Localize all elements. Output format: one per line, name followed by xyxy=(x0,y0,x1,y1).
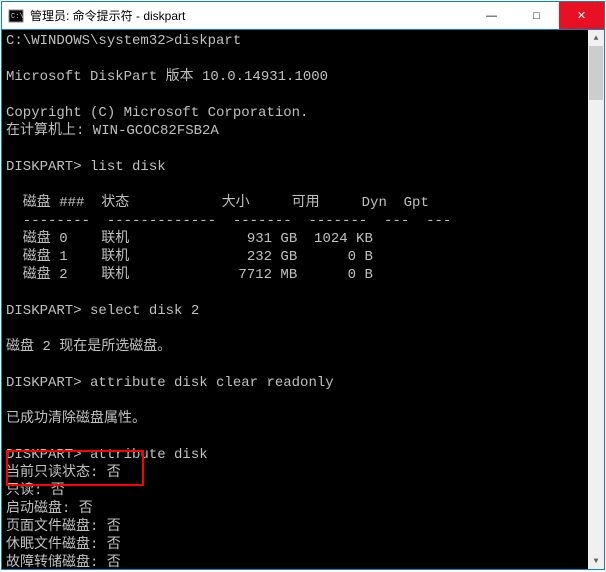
output-line: 磁盘 0 联机 931 GB 1024 KB xyxy=(6,231,373,247)
output-line: Microsoft DiskPart 版本 10.0.14931.1000 xyxy=(6,69,328,85)
app-icon: C:\ xyxy=(8,8,24,24)
output-line: DISKPART> list disk xyxy=(6,159,166,175)
output-line: 磁盘 2 现在是所选磁盘。 xyxy=(6,339,171,355)
close-button[interactable]: ✕ xyxy=(559,2,604,29)
vertical-scrollbar[interactable]: ▲ ▼ xyxy=(588,30,604,569)
output-line: DISKPART> select disk 2 xyxy=(6,303,199,319)
output-line: 在计算机上: WIN-GCOC82FSB2A xyxy=(6,123,219,139)
scroll-thumb[interactable] xyxy=(589,46,603,100)
scroll-down-button[interactable]: ▼ xyxy=(588,553,604,569)
titlebar[interactable]: C:\ 管理员: 命令提示符 - diskpart — □ ✕ xyxy=(2,2,604,30)
output-line: 休眠文件磁盘: 否 xyxy=(6,537,121,553)
output-line: Copyright (C) Microsoft Corporation. xyxy=(6,105,308,121)
output-line: 磁盘 ### 状态 大小 可用 Dyn Gpt xyxy=(6,195,429,211)
output-line: DISKPART> attribute disk xyxy=(6,447,208,463)
output-line: C:\WINDOWS\system32>diskpart xyxy=(6,33,241,49)
output-line: DISKPART> attribute disk clear readonly xyxy=(6,375,334,391)
output-line: 磁盘 2 联机 7712 MB 0 B xyxy=(6,267,373,283)
scroll-up-button[interactable]: ▲ xyxy=(588,30,604,46)
output-line: 已成功清除磁盘属性。 xyxy=(6,411,146,427)
output-line: -------- ------------- ------- ------- -… xyxy=(6,213,451,229)
output-line: 故障转储磁盘: 否 xyxy=(6,555,121,569)
maximize-button[interactable]: □ xyxy=(514,2,559,29)
svg-text:C:\: C:\ xyxy=(11,13,24,21)
output-line: 磁盘 1 联机 232 GB 0 B xyxy=(6,249,373,265)
output-line: 启动磁盘: 否 xyxy=(6,501,93,517)
command-prompt-window: C:\ 管理员: 命令提示符 - diskpart — □ ✕ C:\WINDO… xyxy=(1,1,605,570)
window-title: 管理员: 命令提示符 - diskpart xyxy=(30,7,469,24)
output-line: 当前只读状态: 否 xyxy=(6,465,121,481)
minimize-button[interactable]: — xyxy=(469,2,514,29)
scroll-track[interactable] xyxy=(588,46,604,553)
output-line: 只读: 否 xyxy=(6,483,65,499)
output-line: 页面文件磁盘: 否 xyxy=(6,519,121,535)
window-controls: — □ ✕ xyxy=(469,2,604,29)
terminal-output[interactable]: C:\WINDOWS\system32>diskpart Microsoft D… xyxy=(2,30,604,569)
